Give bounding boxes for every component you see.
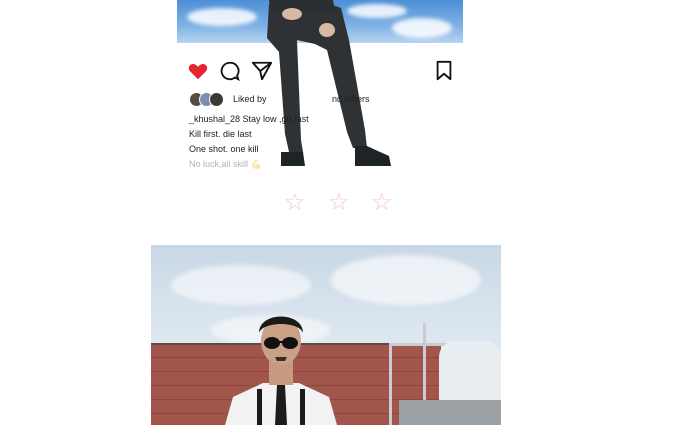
- liked-by-label[interactable]: Liked by: [233, 94, 267, 104]
- caption-line: Kill first. die last: [189, 129, 252, 139]
- caption-line: One shot. one kill: [189, 144, 259, 154]
- post-actions-bar: [187, 60, 457, 82]
- caption-line: No luck,all skill 💪: [189, 159, 262, 169]
- liker-avatars[interactable]: [189, 92, 231, 107]
- post-card-top: Liked by nd others _khushal_28 Stay low …: [177, 0, 463, 170]
- photo-ledge: [399, 400, 501, 425]
- post-caption: _khushal_28 Stay low ,go fast Kill first…: [189, 112, 339, 172]
- avatar: [209, 92, 224, 107]
- star-icon: ☆: [371, 189, 393, 216]
- send-icon[interactable]: [251, 60, 273, 82]
- post-photo-bottom[interactable]: [151, 245, 501, 425]
- star-icon: ☆: [284, 189, 306, 216]
- bookmark-icon[interactable]: [433, 60, 455, 82]
- heart-icon[interactable]: [187, 60, 209, 82]
- comment-icon[interactable]: [219, 60, 241, 82]
- liked-others-label[interactable]: nd others: [332, 94, 370, 104]
- caption-line: _khushal_28 Stay low ,go fast: [189, 114, 309, 124]
- star-divider: ☆ ☆ ☆: [284, 188, 399, 216]
- star-icon: ☆: [328, 189, 350, 216]
- photo-person: [225, 316, 337, 425]
